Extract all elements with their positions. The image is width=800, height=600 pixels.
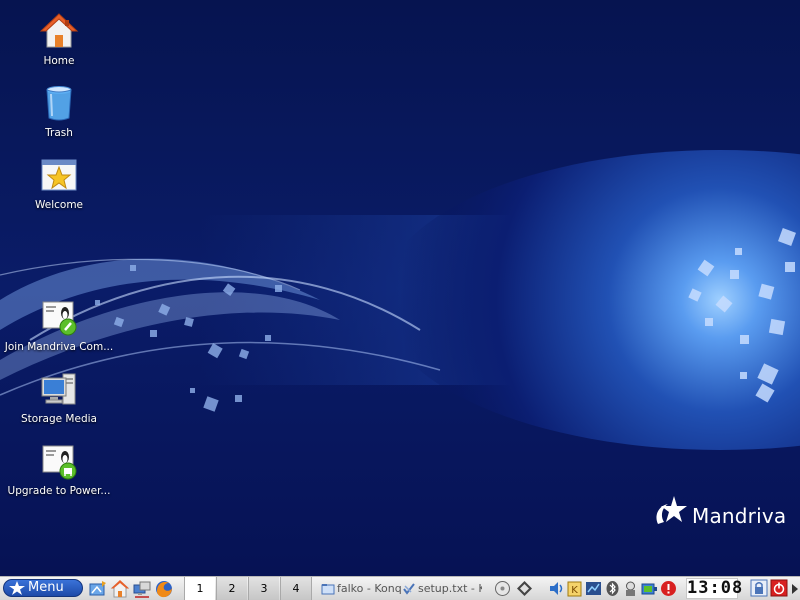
task-konqueror[interactable]: falko - Konq xyxy=(321,578,403,599)
menu-button[interactable]: Menu xyxy=(3,579,83,597)
logout-icon[interactable] xyxy=(770,579,788,597)
pager-desktop-2[interactable]: 2 xyxy=(216,577,247,600)
desktop-icon-home[interactable]: Home xyxy=(0,12,118,67)
clock-time: 13:08 xyxy=(687,578,744,598)
network-icon[interactable] xyxy=(132,579,152,599)
desktop-icon-label: Storage Media xyxy=(21,413,97,425)
clock-widget[interactable]: 13:08 xyxy=(686,578,744,599)
home-icon xyxy=(39,13,79,48)
pager-desktop-1[interactable]: 1 xyxy=(184,577,215,600)
text-editor-icon xyxy=(403,583,415,595)
trash-icon xyxy=(46,86,72,121)
arrow-right-icon[interactable] xyxy=(791,583,799,595)
desktop-icon-welcome[interactable]: Welcome xyxy=(0,156,118,211)
keyboard-icon[interactable] xyxy=(622,580,639,597)
battery-icon[interactable] xyxy=(641,580,658,597)
desktop-icon-label: Welcome xyxy=(34,199,84,211)
join-community-icon xyxy=(42,301,77,336)
wallpaper xyxy=(0,0,800,576)
updates-icon[interactable] xyxy=(516,580,533,597)
konqueror-icon xyxy=(321,584,335,595)
menu-button-label: Menu xyxy=(28,580,64,595)
desktop-icon-storage-media[interactable]: Storage Media xyxy=(0,370,118,425)
bluetooth-icon[interactable] xyxy=(604,580,621,597)
network-monitor-icon[interactable] xyxy=(585,580,602,597)
klipper-icon[interactable]: K xyxy=(566,580,583,597)
desktop-icon-label: Upgrade to Power... xyxy=(7,485,111,497)
desktop-icon-upgrade[interactable]: Upgrade to Power... xyxy=(0,442,118,497)
firefox-icon[interactable] xyxy=(154,579,174,599)
volume-icon[interactable] xyxy=(548,580,565,597)
svg-text:K: K xyxy=(571,585,578,596)
desktop-icon[interactable] xyxy=(88,579,108,599)
desktop-icon-label: Trash xyxy=(45,127,73,139)
desktop-icon-join-community[interactable]: Join Mandriva Com... xyxy=(0,298,118,353)
desktop-icon-trash[interactable]: Trash xyxy=(0,84,118,139)
home-icon[interactable] xyxy=(110,579,130,599)
pager-desktop-4[interactable]: 4 xyxy=(280,577,312,600)
storage-media-icon xyxy=(41,373,76,405)
disk-icon[interactable] xyxy=(494,580,511,597)
desktop-icon-label: Home xyxy=(43,55,75,67)
lock-icon[interactable] xyxy=(750,579,768,597)
task-label: falko - Konq xyxy=(337,582,402,595)
desktop: Home Trash Welcome Join Mandriva Com... xyxy=(0,0,800,576)
task-text-editor[interactable]: setup.txt - K xyxy=(402,578,482,599)
pager-desktop-3[interactable]: 3 xyxy=(248,577,279,600)
task-label: setup.txt - K xyxy=(418,582,482,595)
welcome-icon xyxy=(41,159,77,191)
star-icon xyxy=(9,581,25,595)
desktop-icon-label: Join Mandriva Com... xyxy=(4,341,114,353)
mandriva-logo-text: Mandriva xyxy=(692,504,787,528)
taskbar: Menu 1 2 3 4 falko - Konq setup.txt - K xyxy=(0,576,800,600)
alert-icon[interactable] xyxy=(660,580,677,597)
upgrade-icon xyxy=(42,445,77,480)
